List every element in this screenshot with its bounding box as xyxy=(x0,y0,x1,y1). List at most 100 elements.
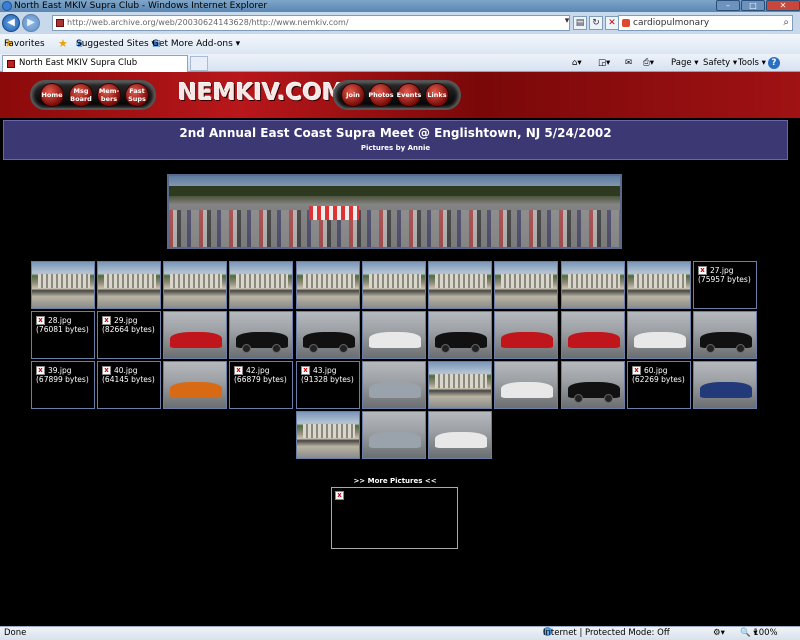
address-url: http://web.archive.org/web/2003062414362… xyxy=(67,18,349,27)
broken-image[interactable]: x 60.jpg (62269 bytes) xyxy=(627,361,691,409)
page-favicon-icon xyxy=(56,19,64,27)
safety-menu[interactable]: Safety ▾ xyxy=(703,54,737,72)
thumbnail[interactable] xyxy=(362,361,426,409)
more-pictures-box[interactable]: x xyxy=(331,487,458,549)
site-logo[interactable]: NEMKIV.COM xyxy=(178,80,345,106)
status-text: Done xyxy=(4,628,27,638)
thumbnail[interactable] xyxy=(627,311,691,359)
broken-image[interactable]: x 39.jpg (67899 bytes) xyxy=(31,361,95,409)
favorites-bar: ★ Favorites ★ ◉ Suggested Sites ▾ ▣ Get … xyxy=(0,34,800,54)
nav-members[interactable]: Mem-bers xyxy=(97,83,121,107)
broken-image-icon: x xyxy=(335,491,344,500)
thumbnail[interactable] xyxy=(561,311,625,359)
tools-menu[interactable]: Tools ▾ xyxy=(738,54,766,72)
panorama-photo[interactable] xyxy=(167,174,622,249)
tab-favicon-icon xyxy=(7,60,15,68)
thumbnail[interactable] xyxy=(296,411,360,459)
thumbnail[interactable] xyxy=(163,261,227,309)
search-input[interactable]: cardiopulmonary ⌕ xyxy=(618,15,793,31)
thumbnail[interactable] xyxy=(229,261,293,309)
stop-icon[interactable]: ✕ xyxy=(605,16,619,30)
broken-image-icon: x xyxy=(102,316,111,325)
thumbnail[interactable] xyxy=(362,411,426,459)
tab-label: North East MKIV Supra Club xyxy=(19,58,138,68)
address-bar[interactable]: http://web.archive.org/web/2003062414362… xyxy=(52,15,570,31)
search-icon[interactable]: ⌕ xyxy=(783,16,789,30)
broken-image[interactable]: x 27.jpg (75957 bytes) xyxy=(693,261,757,309)
help-icon[interactable]: ? xyxy=(768,57,780,69)
thumbnail[interactable] xyxy=(494,361,558,409)
thumbnail[interactable] xyxy=(296,261,360,309)
window-title-bar: North East MKIV Supra Club - Windows Int… xyxy=(0,0,800,12)
broken-image-icon: x xyxy=(698,266,707,275)
nav-photos[interactable]: Photos xyxy=(368,83,394,107)
zoom-control[interactable]: 🔍 100% ▾ xyxy=(740,627,778,640)
broken-image-icon: x xyxy=(36,366,45,375)
thumbnail[interactable] xyxy=(693,361,757,409)
web-page-viewport: Home Msg Board Mem-bers Fast Sups NEMKIV… xyxy=(0,72,800,626)
tab-strip: North East MKIV Supra Club ⌂▾ ◲▾ ✉ ⎙▾ Pa… xyxy=(0,54,800,72)
thumbnail[interactable] xyxy=(428,361,492,409)
nav-home[interactable]: Home xyxy=(40,83,64,107)
thumbnail[interactable] xyxy=(428,261,492,309)
minimize-button[interactable]: – xyxy=(716,0,740,11)
mail-icon[interactable]: ✉ xyxy=(625,54,632,72)
thumbnail[interactable] xyxy=(693,311,757,359)
thumbnail[interactable] xyxy=(163,361,227,409)
settings-icon[interactable]: ⚙▾ xyxy=(713,627,725,640)
site-header: Home Msg Board Mem-bers Fast Sups NEMKIV… xyxy=(0,72,800,118)
window-title: North East MKIV Supra Club - Windows Int… xyxy=(14,1,268,11)
home-icon[interactable]: ⌂▾ xyxy=(572,54,582,72)
thumbnail[interactable] xyxy=(561,261,625,309)
broken-image-icon: x xyxy=(102,366,111,375)
maximize-button[interactable]: □ xyxy=(741,0,765,11)
address-toolbar: ◀ ▶ http://web.archive.org/web/200306241… xyxy=(0,12,800,34)
print-icon[interactable]: ⎙▾ xyxy=(643,54,654,72)
thumbnail[interactable] xyxy=(428,411,492,459)
thumbnail[interactable] xyxy=(97,261,161,309)
tab-nemkiv[interactable]: North East MKIV Supra Club xyxy=(2,55,188,72)
nav-msg-board[interactable]: Msg Board xyxy=(69,83,93,107)
thumbnail[interactable] xyxy=(428,311,492,359)
thumbnail[interactable] xyxy=(362,311,426,359)
broken-image-icon: x xyxy=(301,366,310,375)
nav-links[interactable]: Links xyxy=(425,83,449,107)
broken-image-icon: x xyxy=(632,366,641,375)
thumbnail[interactable] xyxy=(296,311,360,359)
back-button[interactable]: ◀ xyxy=(2,14,20,32)
search-value: cardiopulmonary xyxy=(633,18,710,28)
compatibility-view-icon[interactable]: ▤ xyxy=(573,16,587,30)
broken-image-icon: x xyxy=(234,366,243,375)
new-tab-button[interactable] xyxy=(190,56,208,71)
thumbnail[interactable] xyxy=(627,261,691,309)
nav-events[interactable]: Events xyxy=(397,83,421,107)
page-menu[interactable]: Page ▾ xyxy=(671,54,699,72)
broken-image[interactable]: x 29.jpg (82664 bytes) xyxy=(97,311,161,359)
thumbnail[interactable] xyxy=(229,311,293,359)
broken-image[interactable]: x 28.jpg (76081 bytes) xyxy=(31,311,95,359)
thumbnail[interactable] xyxy=(362,261,426,309)
broken-image[interactable]: x 43.jpg (91328 bytes) xyxy=(296,361,360,409)
nav-fast-sups[interactable]: Fast Sups xyxy=(125,83,149,107)
thumbnail[interactable] xyxy=(561,361,625,409)
broken-image[interactable]: x 40.jpg (64145 bytes) xyxy=(97,361,161,409)
feeds-icon[interactable]: ◲▾ xyxy=(598,54,610,72)
refresh-icon[interactable]: ↻ xyxy=(589,16,603,30)
thumbnail[interactable] xyxy=(494,311,558,359)
thumbnail[interactable] xyxy=(494,261,558,309)
thumbnail[interactable] xyxy=(31,261,95,309)
byline: Pictures by Annie xyxy=(360,144,431,152)
close-button[interactable]: ✕ xyxy=(766,0,800,11)
page-heading: 2nd Annual East Coast Supra Meet @ Engli… xyxy=(179,126,612,140)
broken-image[interactable]: x 42.jpg (66879 bytes) xyxy=(229,361,293,409)
more-pictures-link[interactable]: >> More Pictures << xyxy=(330,477,460,485)
broken-image-icon: x xyxy=(36,316,45,325)
nav-join[interactable]: Join xyxy=(341,83,365,107)
ie-logo-icon xyxy=(2,1,12,11)
forward-button[interactable]: ▶ xyxy=(22,14,40,32)
status-bar: Done Internet | Protected Mode: Off ⚙▾ 🔍… xyxy=(0,626,800,640)
search-provider-icon xyxy=(622,19,630,27)
dropdown-arrow-icon[interactable]: ▾ xyxy=(560,15,574,29)
thumbnail[interactable] xyxy=(163,311,227,359)
page-banner: 2nd Annual East Coast Supra Meet @ Engli… xyxy=(3,120,788,160)
